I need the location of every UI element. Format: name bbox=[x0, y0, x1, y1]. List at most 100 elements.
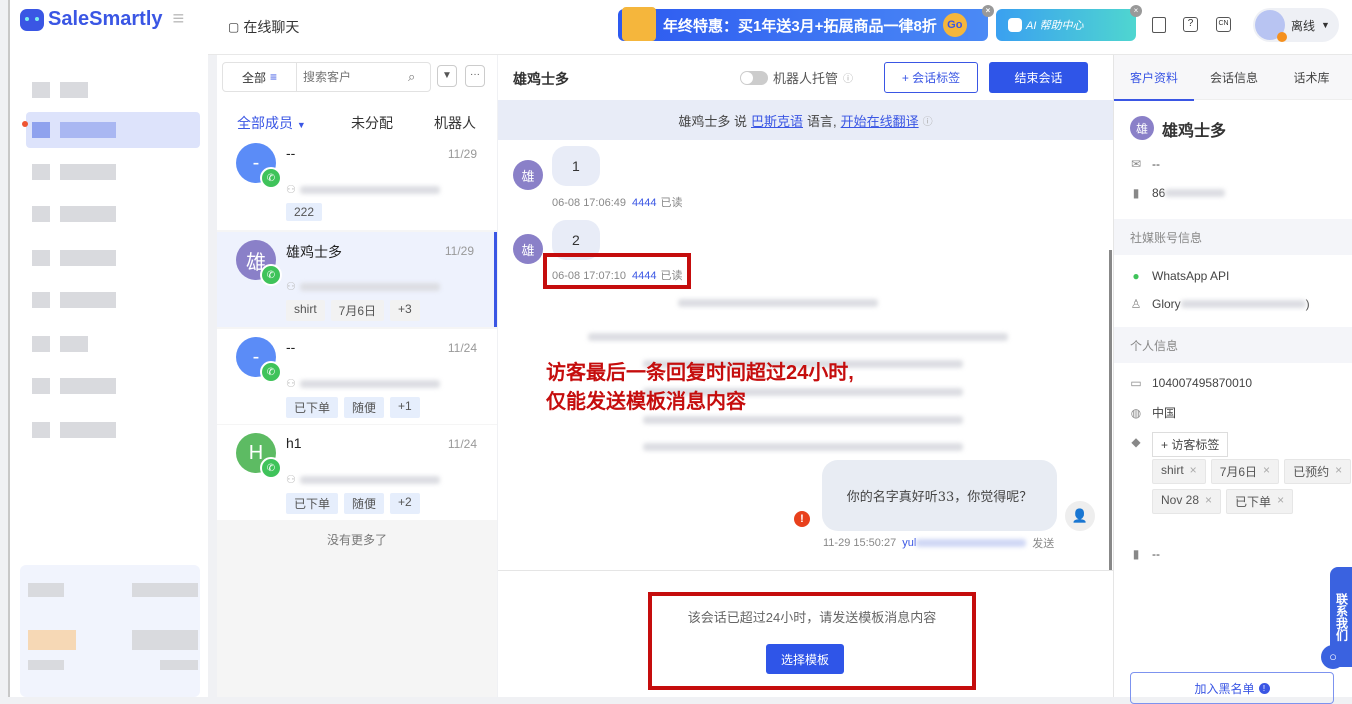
logo[interactable]: SaleSmartly ≡ bbox=[20, 8, 184, 31]
tag: 222 bbox=[286, 203, 323, 221]
tab-customer-profile[interactable]: 客户资料 bbox=[1114, 69, 1194, 101]
whatsapp-icon: ✆ bbox=[260, 264, 282, 286]
add-blacklist-button[interactable]: 加入黑名单! bbox=[1130, 672, 1334, 704]
conversation-item[interactable]: - ✆ -- 11/29 ⚇ 222 bbox=[217, 135, 497, 230]
tab-unassigned[interactable]: 未分配 bbox=[351, 113, 393, 133]
menu-item[interactable] bbox=[26, 240, 200, 276]
bookmark-icon: ▮ bbox=[1132, 547, 1140, 561]
outgoing-message-bubble: 你的名字真好听33，你觉得呢？ bbox=[822, 460, 1057, 531]
section-title: 在线聊天 bbox=[243, 19, 300, 35]
mail-icon: ✉ bbox=[1130, 157, 1142, 171]
remove-tag-icon[interactable]: × bbox=[1335, 463, 1342, 480]
conversation-list: 全部≡ ⌕ ▼ ··· 全部成员 ▼ 未分配 机器人 - ✆ -- 11/29 … bbox=[217, 55, 497, 697]
message-bubble: 1 bbox=[552, 146, 600, 186]
chevron-down-icon: ▼ bbox=[1321, 20, 1330, 30]
message-meta: 06-08 17:06:49 4444 已读 bbox=[552, 197, 683, 209]
chat-support-icon[interactable]: ○ bbox=[1321, 645, 1345, 669]
user-icon: ⚇ bbox=[286, 378, 296, 390]
menu-item[interactable] bbox=[26, 412, 200, 448]
language-icon[interactable]: CN bbox=[1216, 17, 1231, 32]
start-translate-link[interactable]: 开始在线翻译 bbox=[841, 111, 919, 130]
agent-avatar-icon: 👤 bbox=[1065, 501, 1095, 531]
close-promo-icon[interactable]: × bbox=[982, 5, 994, 17]
id-card-icon: ▭ bbox=[1130, 376, 1142, 390]
remove-tag-icon[interactable]: × bbox=[1205, 493, 1212, 510]
tag: shirt bbox=[286, 300, 325, 321]
visitor-tag: 已下单 × bbox=[1226, 489, 1294, 514]
tab-session-info[interactable]: 会话信息 bbox=[1194, 69, 1274, 86]
avatar: 雄 bbox=[513, 160, 543, 190]
translate-banner: 雄鸡士多 说 巴斯克语 语言, 开始在线翻译 ⓘ bbox=[498, 100, 1113, 140]
user-status-dropdown[interactable]: 离线 ▼ bbox=[1253, 8, 1339, 42]
visitor-tag: 已预约 × bbox=[1284, 459, 1352, 484]
filter-all-dropdown[interactable]: 全部 ≡ bbox=[223, 63, 297, 91]
menu-item[interactable] bbox=[26, 72, 200, 108]
more-icon[interactable]: ··· bbox=[465, 65, 485, 87]
remove-tag-icon[interactable]: × bbox=[1263, 463, 1270, 480]
account-icon: ♙ bbox=[1130, 297, 1142, 311]
visitor-tag: shirt × bbox=[1152, 459, 1206, 484]
chat-icon: ▢ bbox=[228, 20, 240, 34]
tab-scripts[interactable]: 话术库 bbox=[1274, 69, 1349, 86]
info-icon: ! bbox=[1258, 682, 1270, 694]
tag-icon: ◆ bbox=[1131, 435, 1141, 449]
whatsapp-icon: ✆ bbox=[260, 361, 282, 383]
globe-icon: ◍ bbox=[1130, 405, 1142, 420]
gift-icon bbox=[622, 7, 656, 41]
whatsapp-icon: ✆ bbox=[260, 457, 282, 479]
user-icon: ⚇ bbox=[286, 281, 296, 293]
visitor-tag: Nov 28 × bbox=[1152, 489, 1222, 514]
remove-tag-icon[interactable]: × bbox=[1277, 493, 1284, 510]
filter-icon[interactable]: ▼ bbox=[437, 65, 457, 87]
conversation-item-selected[interactable]: 雄 ✆ 雄鸡士多 11/29 ⚇ shirt 7月6日 +3 bbox=[217, 232, 497, 327]
tab-all-members[interactable]: 全部成员 ▼ bbox=[237, 113, 306, 137]
search-bar: 全部≡ ⌕ bbox=[222, 62, 431, 92]
add-session-tag-button[interactable]: + 会话标签 bbox=[884, 62, 978, 93]
conversation-item[interactable]: H ✆ h1 11/24 ⚇ 已下单 随便 +2 bbox=[217, 425, 497, 520]
add-visitor-tag-button[interactable]: + 访客标签 bbox=[1152, 432, 1229, 457]
top-header: ▢ 在线聊天 年终特惠：买1年送3月+拓展商品一律8折 Go × AI 帮助中心… bbox=[208, 0, 1352, 55]
avatar: 雄 bbox=[513, 234, 543, 264]
menu-item[interactable] bbox=[26, 326, 200, 362]
tag: +3 bbox=[390, 300, 420, 321]
tag: 已下单 bbox=[286, 493, 339, 514]
no-more-text: 没有更多了 bbox=[326, 533, 387, 547]
menu-item[interactable] bbox=[26, 196, 200, 232]
ai-help-banner[interactable]: AI 帮助中心 × bbox=[996, 5, 1142, 41]
customer-panel: 客户资料 会话信息 话术库 雄 雄鸡士多 ✉ -- ▮ 86 社媒账号信息 ● Wha… bbox=[1113, 55, 1352, 704]
end-session-button[interactable]: 结束会话 bbox=[989, 62, 1088, 93]
visitor-tag: 7月6日 × bbox=[1210, 459, 1280, 484]
toggle-switch bbox=[740, 70, 768, 85]
tag: 7月6日 bbox=[330, 300, 385, 321]
user-icon: ⚇ bbox=[286, 184, 296, 196]
close-ai-icon[interactable]: × bbox=[1130, 5, 1142, 17]
search-input[interactable] bbox=[303, 70, 408, 84]
robot-toggle[interactable]: 机器人托管 ⓘ bbox=[740, 68, 853, 87]
scrollbar[interactable] bbox=[1109, 250, 1112, 570]
language-link[interactable]: 巴斯克语 bbox=[751, 111, 803, 130]
annotation-text: 访客最后一条回复时间超过24小时, 仅能发送模板消息内容 bbox=[546, 362, 854, 413]
remove-tag-icon[interactable]: × bbox=[1190, 463, 1197, 480]
chat-panel: 雄鸡士多 机器人托管 ⓘ + 会话标签 结束会话 雄鸡士多 说 巴斯克语 语言, … bbox=[498, 55, 1113, 697]
menu-collapse-icon[interactable]: ≡ bbox=[173, 8, 185, 31]
chat-title: 雄鸡士多 bbox=[513, 71, 569, 87]
help-icon[interactable]: ? bbox=[1183, 17, 1198, 32]
customer-name: 雄鸡士多 bbox=[1162, 123, 1227, 140]
menu-item[interactable] bbox=[26, 154, 200, 190]
tab-robot[interactable]: 机器人 bbox=[434, 113, 476, 133]
conversation-item[interactable]: - ✆ -- 11/24 ⚇ 已下单 随便 +1 bbox=[217, 329, 497, 424]
menu-item[interactable] bbox=[26, 368, 200, 404]
select-template-button[interactable]: 选择模板 bbox=[766, 644, 844, 674]
highlight-box bbox=[543, 253, 691, 289]
menu-item[interactable] bbox=[26, 282, 200, 318]
error-icon[interactable]: ! bbox=[794, 511, 810, 527]
message-meta: 11-29 15:50:27 yul 发送 bbox=[823, 537, 1055, 550]
promo-banner[interactable]: 年终特惠：买1年送3月+拓展商品一律8折 Go × bbox=[618, 5, 994, 41]
tag: 已下单 bbox=[286, 397, 339, 418]
robot-icon bbox=[1008, 18, 1022, 32]
menu-item-active[interactable] bbox=[22, 112, 200, 148]
search-icon[interactable]: ⌕ bbox=[408, 69, 415, 85]
chevron-down-icon: ▼ bbox=[296, 120, 306, 130]
template-notice: 该会话已超过24小时，请发送模板消息内容 bbox=[687, 610, 937, 625]
mobile-icon[interactable] bbox=[1152, 17, 1166, 33]
